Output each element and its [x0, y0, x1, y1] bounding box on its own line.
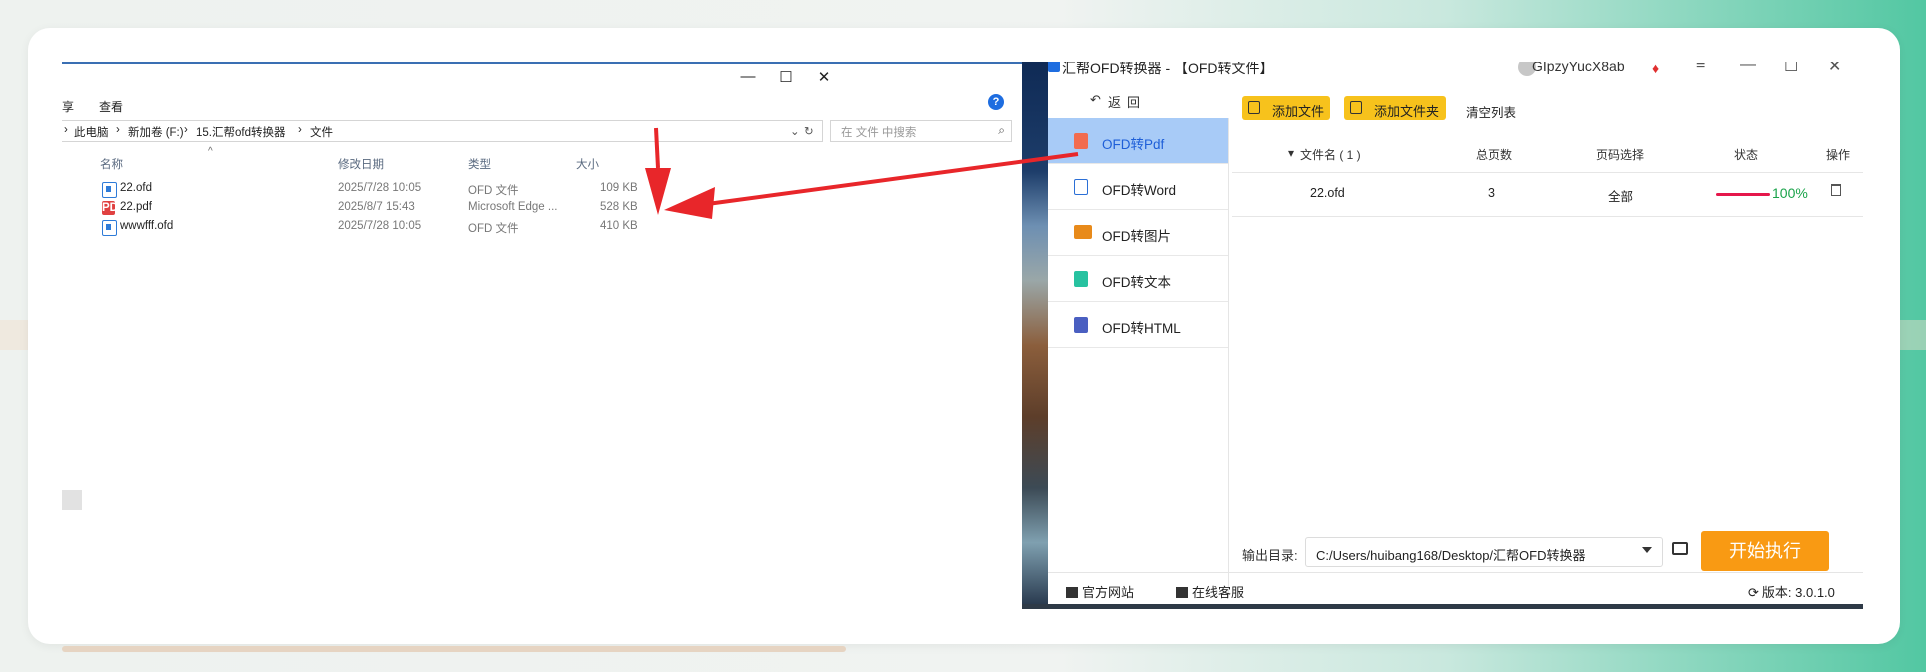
annotation-arrowhead [664, 187, 715, 219]
annotation-arrow-down [654, 127, 660, 169]
annotation-arrow-left [699, 152, 1079, 207]
annotation-arrowhead [645, 168, 671, 215]
annotation-arrows [645, 127, 1079, 219]
